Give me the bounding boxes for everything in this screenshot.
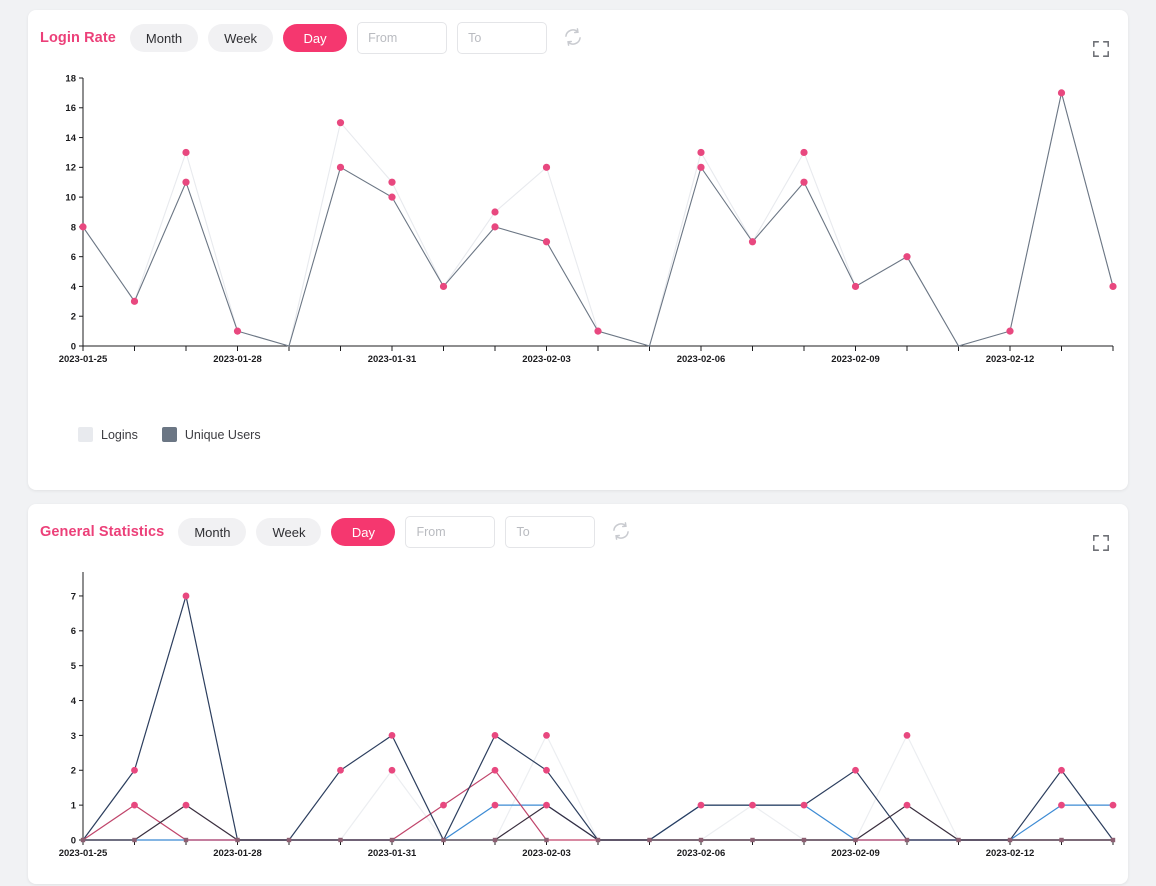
range-button-week[interactable]: Week (208, 24, 274, 52)
legend-label-unique-users: Unique Users (184, 427, 261, 442)
legend-item-unique-users[interactable]: Unique Users (161, 427, 261, 442)
svg-text:5: 5 (71, 661, 77, 672)
page-title-2: General Statistics (40, 524, 165, 540)
svg-text:2023-01-31: 2023-01-31 (368, 848, 417, 859)
svg-text:2023-01-25: 2023-01-25 (59, 354, 108, 365)
svg-text:2023-01-28: 2023-01-28 (213, 354, 262, 365)
svg-text:2023-01-31: 2023-01-31 (368, 354, 417, 365)
svg-text:6: 6 (71, 626, 76, 637)
range-button-month-2[interactable]: Month (178, 518, 247, 546)
legend-swatch-unique-users (161, 427, 177, 442)
svg-text:2023-02-12: 2023-02-12 (986, 848, 1035, 859)
range-button-day-2[interactable]: Day (331, 518, 396, 546)
legend-swatch-logins (78, 427, 93, 442)
svg-text:2023-02-03: 2023-02-03 (522, 848, 571, 859)
svg-text:2023-02-06: 2023-02-06 (677, 848, 726, 859)
svg-text:3: 3 (71, 731, 76, 742)
svg-text:2023-01-28: 2023-01-28 (213, 848, 262, 859)
refresh-button[interactable] (561, 26, 585, 50)
login-rate-legend: Logins Unique Users (28, 427, 275, 442)
svg-text:4: 4 (71, 696, 77, 707)
svg-text:14: 14 (65, 133, 76, 144)
login-rate-header: Login Rate Month Week Day (28, 10, 1128, 66)
refresh-button-2[interactable] (609, 520, 633, 544)
to-date-input-2[interactable] (505, 516, 596, 548)
svg-text:2023-02-06: 2023-02-06 (677, 354, 726, 365)
svg-text:8: 8 (71, 222, 76, 233)
fullscreen-expand-icon (1092, 41, 1110, 61)
svg-text:10: 10 (65, 193, 76, 204)
svg-text:2023-02-12: 2023-02-12 (986, 354, 1035, 365)
general-statistics-card: General Statistics Month Week Day From T… (28, 504, 1128, 884)
svg-text:6: 6 (71, 252, 76, 263)
login-rate-plot: 0 2 4 6 8 10 12 14 16 18 2023-01-25 2023-01-28 2023-… (28, 66, 1128, 376)
general-statistics-plot: 0 1 2 3 4 5 6 7 2023-01-25 2023-01-28 2023-01-31 20… (28, 560, 1128, 870)
dashboard-page: Login Rate Month Week Day From To 0 2 4 … (0, 0, 1156, 886)
expand-button-login-rate[interactable] (1092, 40, 1110, 58)
range-button-day[interactable]: Day (283, 24, 348, 52)
general-statistics-svg: 0 1 2 3 4 5 6 7 2023-01-25 2023-01-28 2023-01-31 20… (59, 572, 1117, 859)
svg-text:0: 0 (71, 835, 76, 846)
to-date-input[interactable] (457, 22, 548, 54)
login-rate-svg: 0 2 4 6 8 10 12 14 16 18 2023-01-25 2023-01-28 2023-… (59, 73, 1117, 365)
svg-text:2023-02-09: 2023-02-09 (831, 354, 880, 365)
svg-text:16: 16 (65, 103, 76, 114)
svg-text:7: 7 (71, 591, 76, 602)
svg-text:18: 18 (65, 73, 76, 84)
fullscreen-expand-icon (1092, 535, 1110, 555)
range-button-month[interactable]: Month (129, 24, 199, 52)
expand-button-general-statistics[interactable] (1092, 534, 1110, 552)
from-date-input[interactable] (357, 22, 448, 54)
legend-item-logins[interactable]: Logins (78, 427, 138, 442)
general-statistics-header: General Statistics Month Week Day (28, 504, 1128, 560)
svg-text:2023-01-25: 2023-01-25 (59, 848, 108, 859)
svg-text:2: 2 (71, 766, 76, 777)
svg-text:1: 1 (71, 801, 77, 812)
page-title: Login Rate (40, 30, 116, 46)
svg-text:2: 2 (71, 312, 76, 323)
svg-text:2023-02-09: 2023-02-09 (831, 848, 880, 859)
login-rate-card: Login Rate Month Week Day From To 0 2 4 … (28, 10, 1128, 490)
refresh-icon (611, 521, 631, 544)
svg-text:0: 0 (71, 341, 76, 352)
refresh-icon (563, 27, 583, 50)
svg-text:4: 4 (71, 282, 77, 293)
svg-text:12: 12 (65, 163, 76, 174)
from-date-input-2[interactable] (405, 516, 496, 548)
range-button-week-2[interactable]: Week (256, 518, 322, 546)
svg-text:2023-02-03: 2023-02-03 (522, 354, 571, 365)
legend-label-logins: Logins (101, 427, 138, 442)
